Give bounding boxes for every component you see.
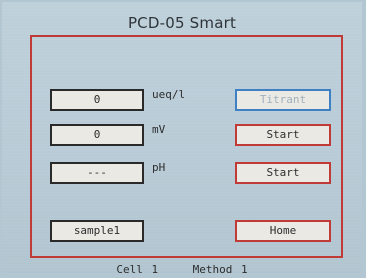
ph-unit-label: pH [152,161,166,174]
method-indicator: Method 1 [192,263,248,276]
screen-title: PCD-05 Smart [127,14,237,32]
titrant-button[interactable]: Titrant [235,89,331,111]
charge-value-display: 0 [50,89,144,111]
device-screen: PCD-05 Smart 0 ueq/l Titrant 0 mV Start … [2,2,362,276]
start-mv-button[interactable]: Start [235,124,331,146]
charge-unit-label: ueq/l [152,88,186,101]
home-button[interactable]: Home [235,220,331,242]
sample-name-field[interactable]: sample1 [50,220,144,242]
mv-value-display: 0 [50,124,144,146]
cell-indicator: Cell 1 [116,263,159,276]
ph-value-display: --- [50,162,144,184]
mv-unit-label: mV [152,123,166,136]
start-ph-button[interactable]: Start [235,162,331,184]
status-bar: Cell 1 Method 1 [2,264,362,276]
